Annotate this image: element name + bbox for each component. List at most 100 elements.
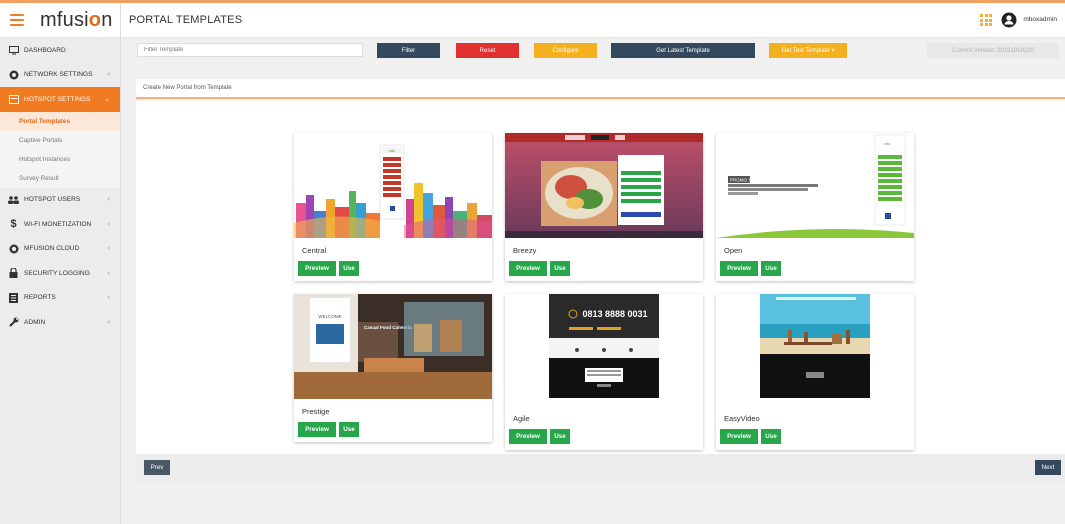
users-icon [8,195,19,205]
preview-button[interactable]: Preview [298,422,336,437]
preview-button[interactable]: Preview [298,261,336,276]
reports-icon [8,292,19,303]
preview-button[interactable]: Preview [509,261,547,276]
template-name: EasyVideo [724,414,760,423]
use-button[interactable]: Use [550,261,570,276]
brand-bar: mfusion [0,3,120,38]
chevron-left-icon: ‹ [107,245,110,253]
template-card-agile: 0813 8888 0031 Agile Preview Use [505,294,703,450]
panel-heading: Create New Portal from Template [136,79,1065,99]
sidebar-item-reports[interactable]: REPORTS ‹ [0,286,120,311]
agile-phone-text: 0813 8888 0031 [582,309,647,319]
use-button[interactable]: Use [761,429,781,444]
template-name: Open [724,246,743,255]
preview-button[interactable]: Preview [509,429,547,444]
sidebar: mfusion DASHBOARD NETWORK SETTINGS ‹ HOT… [0,3,121,524]
lock-icon [8,268,19,279]
use-button[interactable]: Use [550,429,570,444]
filter-template-input[interactable] [137,43,363,57]
template-card-prestige: WELCOME Casual Food Cafeteria Prestige P… [294,294,492,442]
template-thumbnail[interactable] [505,133,703,238]
app-logo[interactable]: mfusion [40,9,113,32]
hamburger-menu-icon[interactable] [10,14,24,26]
filter-button[interactable]: Filter [377,43,440,58]
prestige-welcome-text: WELCOME [318,314,341,319]
template-card-breezy: Breezy Preview Use [505,133,703,281]
subitem-label: Survey Result [19,174,59,182]
sidebar-item-mfusion-cloud[interactable]: MFUSION CLOUD ‹ [0,237,120,262]
sidebar-item-wifi-monetization[interactable]: $ WI-FI MONETIZATION ‹ [0,212,120,237]
preview-button[interactable]: Preview [720,261,758,276]
template-card-open: PROMO 1 mfu Open Preview Use [716,133,914,281]
sidebar-item-label: REPORTS [24,294,56,302]
get-latest-template-button[interactable]: Get Latest Template [611,43,755,58]
user-avatar-icon[interactable] [1001,12,1017,28]
open-promo-text: PROMO 1 [730,178,751,183]
subitem-label: Hotspot Instances [19,155,71,163]
chevron-left-icon: ‹ [107,196,110,204]
current-version-badge: Current Version: 20191018220 [927,43,1059,58]
apps-grid-icon[interactable] [980,14,992,26]
top-header: PORTAL TEMPLATES mboxadmin [121,3,1065,38]
configure-button[interactable]: Configure [534,43,597,58]
chevron-left-icon: ‹ [107,269,110,277]
template-name: Agile [513,414,530,423]
template-thumbnail[interactable]: WELCOME Casual Food Cafeteria [294,294,492,399]
sidebar-item-label: HOTSPOT SETTINGS [24,95,91,103]
template-name: Prestige [302,407,330,416]
sidebar-item-label: MFUSION CLOUD [24,245,80,253]
sidebar-item-admin[interactable]: ADMIN ‹ [0,310,120,335]
sidebar-item-dashboard[interactable]: DASHBOARD [0,38,120,63]
template-toolbar: Filter Reset Configure Get Latest Templa… [121,38,1065,64]
reset-button[interactable]: Reset [456,43,519,58]
cloud-icon [8,244,19,254]
next-page-button[interactable]: Next [1035,460,1061,475]
sidebar-item-label: HOTSPOT USERS [24,196,81,204]
username[interactable]: mboxadmin [1023,16,1057,23]
sidebar-item-hotspot-settings[interactable]: HOTSPOT SETTINGS ⌄ [0,87,120,112]
template-card-central: mfu Central Preview Use [294,133,492,281]
sidebar-item-label: NETWORK SETTINGS [24,71,93,79]
template-thumbnail[interactable]: mfu [294,133,492,238]
template-thumbnail[interactable] [716,294,914,406]
pagination-bar: Prev Next [136,454,1065,482]
wrench-icon [8,317,19,327]
network-icon [8,70,19,80]
template-name: Breezy [513,246,537,255]
chevron-left-icon: ‹ [107,220,110,228]
sidebar-item-hotspot-users[interactable]: HOTSPOT USERS ‹ [0,188,120,213]
chevron-left-icon: ‹ [107,71,110,79]
subitem-label: Portal Templates [19,117,71,125]
chevron-left-icon: ‹ [107,294,110,302]
page-title: PORTAL TEMPLATES [129,14,243,26]
template-card-easyvideo: EasyVideo Preview Use [716,294,914,450]
chevron-down-icon: ⌄ [104,96,110,104]
preview-button[interactable]: Preview [720,429,758,444]
sidebar-item-security-logging[interactable]: SECURITY LOGGING ‹ [0,261,120,286]
template-name: Central [302,246,327,255]
sidebar-subitem-survey-result[interactable]: Survey Result [0,168,120,188]
template-gallery: mfu Central Preview Use Breezy Preview U… [136,101,1065,454]
subitem-label: Captive Portals [19,136,63,144]
monitor-icon [8,45,19,55]
sidebar-subitem-captive-portals[interactable]: Captive Portals [0,130,120,150]
template-thumbnail[interactable]: 0813 8888 0031 [505,294,703,406]
sidebar-item-label: SECURITY LOGGING [24,269,90,277]
template-thumbnail[interactable]: PROMO 1 mfu [716,133,914,238]
sidebar-item-label: DASHBOARD [24,46,66,54]
use-button[interactable]: Use [761,261,781,276]
chevron-left-icon: ‹ [107,318,110,326]
get-test-template-dropdown[interactable]: Get Test Template ▾ [769,43,847,58]
sidebar-item-network-settings[interactable]: NETWORK SETTINGS ‹ [0,63,120,88]
sidebar-item-label: ADMIN [24,318,46,326]
svg-text:mfu: mfu [884,142,890,146]
svg-text:mfu: mfu [389,148,396,153]
sidebar-subitem-portal-templates[interactable]: Portal Templates [0,111,120,131]
use-button[interactable]: Use [339,261,359,276]
sidebar-item-label: WI-FI MONETIZATION [24,220,92,228]
hotspot-icon [8,94,19,104]
prev-page-button[interactable]: Prev [144,460,170,475]
sidebar-subitem-hotspot-instances[interactable]: Hotspot Instances [0,149,120,169]
use-button[interactable]: Use [339,422,359,437]
dollar-icon: $ [10,218,17,231]
